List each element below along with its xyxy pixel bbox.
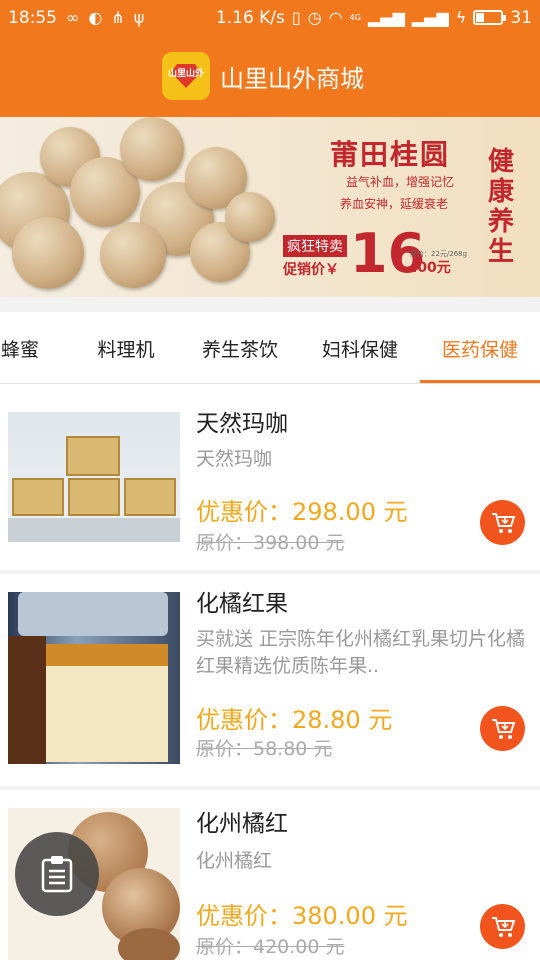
wifi-icon: ◠ xyxy=(328,7,343,27)
cart-icon xyxy=(491,512,515,533)
app-logo: 山里山外 xyxy=(162,52,210,100)
banner-slogan: 健康养生 xyxy=(488,147,515,267)
circle-app-icon: ◐ xyxy=(88,7,103,27)
app-title: 山里山外商城 xyxy=(220,64,364,93)
product-price: 优惠价：28.80 元 xyxy=(196,706,393,734)
banner-line-1: 益气补血，增强记忆 xyxy=(346,175,455,189)
product-item[interactable]: 天然玛咖 天然玛咖 优惠价：298.00 元 原价：398.00 元 xyxy=(0,384,540,570)
add-to-cart-button[interactable] xyxy=(480,904,525,949)
vibrate-icon: ▯ xyxy=(291,7,301,27)
longan-image xyxy=(120,117,184,181)
category-tabs: 蜂蜜 料理机 养生茶饮 妇科保健 医药保健 xyxy=(0,312,540,384)
product-image[interactable] xyxy=(8,592,180,764)
battery-icon xyxy=(473,10,507,25)
tab-honey[interactable]: 蜂蜜 xyxy=(0,312,50,384)
app-bar: 山里山外 山里山外商城 xyxy=(0,35,540,117)
tab-health-tea[interactable]: 养生茶饮 xyxy=(188,312,292,384)
product-original-price: 原价：420.00 元 xyxy=(196,936,345,958)
banner-line-2: 养血安神，延缓衰老 xyxy=(340,197,449,211)
status-time: 18:55 xyxy=(8,7,57,28)
logo-text: 山里山外 xyxy=(167,69,204,79)
usb-icon: ψ xyxy=(133,7,145,27)
charging-icon: ϟ xyxy=(455,7,467,27)
product-price: 优惠价：298.00 元 xyxy=(196,498,408,526)
product-desc: 化州橘红 xyxy=(196,850,273,872)
product-desc: 买就送 正宗陈年化州橘红乳果切片化橘红果精选优质陈年果.. xyxy=(196,628,526,677)
infinity-icon: ∞ xyxy=(66,7,80,27)
banner-title: 莆田桂圆 xyxy=(330,138,451,171)
promo-banner[interactable]: 莆田桂圆 益气补血，增强记忆 养血安神，延缓衰老 疯狂特卖 促销价￥ 16 原价… xyxy=(0,117,540,297)
tab-gynecology[interactable]: 妇科保健 xyxy=(308,312,412,384)
clipboard-fab[interactable] xyxy=(15,832,99,916)
banner-price-unit: .00元 xyxy=(412,260,451,276)
product-image[interactable] xyxy=(8,412,180,542)
signal-4g-label: 4G xyxy=(349,13,361,22)
cart-icon xyxy=(491,718,515,739)
signal-4g-icon: ▂▄▆ xyxy=(367,7,405,27)
battery-percent: 31 xyxy=(510,7,532,28)
add-to-cart-button[interactable] xyxy=(480,500,525,545)
product-original-price: 原价：58.80 元 xyxy=(196,738,333,760)
signal-icon: ▂▄▆ xyxy=(411,7,449,27)
clipboard-icon xyxy=(41,856,73,893)
product-name: 天然玛咖 xyxy=(196,411,288,437)
product-desc: 天然玛咖 xyxy=(196,448,273,470)
alarm-icon: ◷ xyxy=(307,7,322,27)
longan-image xyxy=(100,222,166,288)
network-speed: 1.16 K/s xyxy=(215,7,285,28)
product-original-price: 原价：398.00 元 xyxy=(196,532,345,554)
product-name: 化橘红果 xyxy=(196,591,288,617)
longan-image xyxy=(12,217,84,289)
share-icon: ⋔ xyxy=(111,7,125,27)
cart-icon xyxy=(491,916,515,937)
product-price: 优惠价：380.00 元 xyxy=(196,902,408,930)
longan-image xyxy=(225,192,275,242)
banner-tag: 疯狂特卖 xyxy=(283,235,347,257)
product-name: 化州橘红 xyxy=(196,811,288,837)
tab-medicine[interactable]: 医药保健 xyxy=(428,312,532,384)
add-to-cart-button[interactable] xyxy=(480,706,525,751)
tab-blender[interactable]: 料理机 xyxy=(80,312,172,384)
status-bar: 18:55 ∞ ◐ ⋔ ψ 1.16 K/s ▯ ◷ ◠ 4G ▂▄▆ ▂▄▆ … xyxy=(0,0,540,35)
active-tab-indicator xyxy=(420,380,540,383)
banner-promo-label: 促销价￥ xyxy=(283,262,339,278)
product-item[interactable]: 化橘红果 买就送 正宗陈年化州橘红乳果切片化橘红果精选优质陈年果.. 优惠价：2… xyxy=(0,574,540,786)
